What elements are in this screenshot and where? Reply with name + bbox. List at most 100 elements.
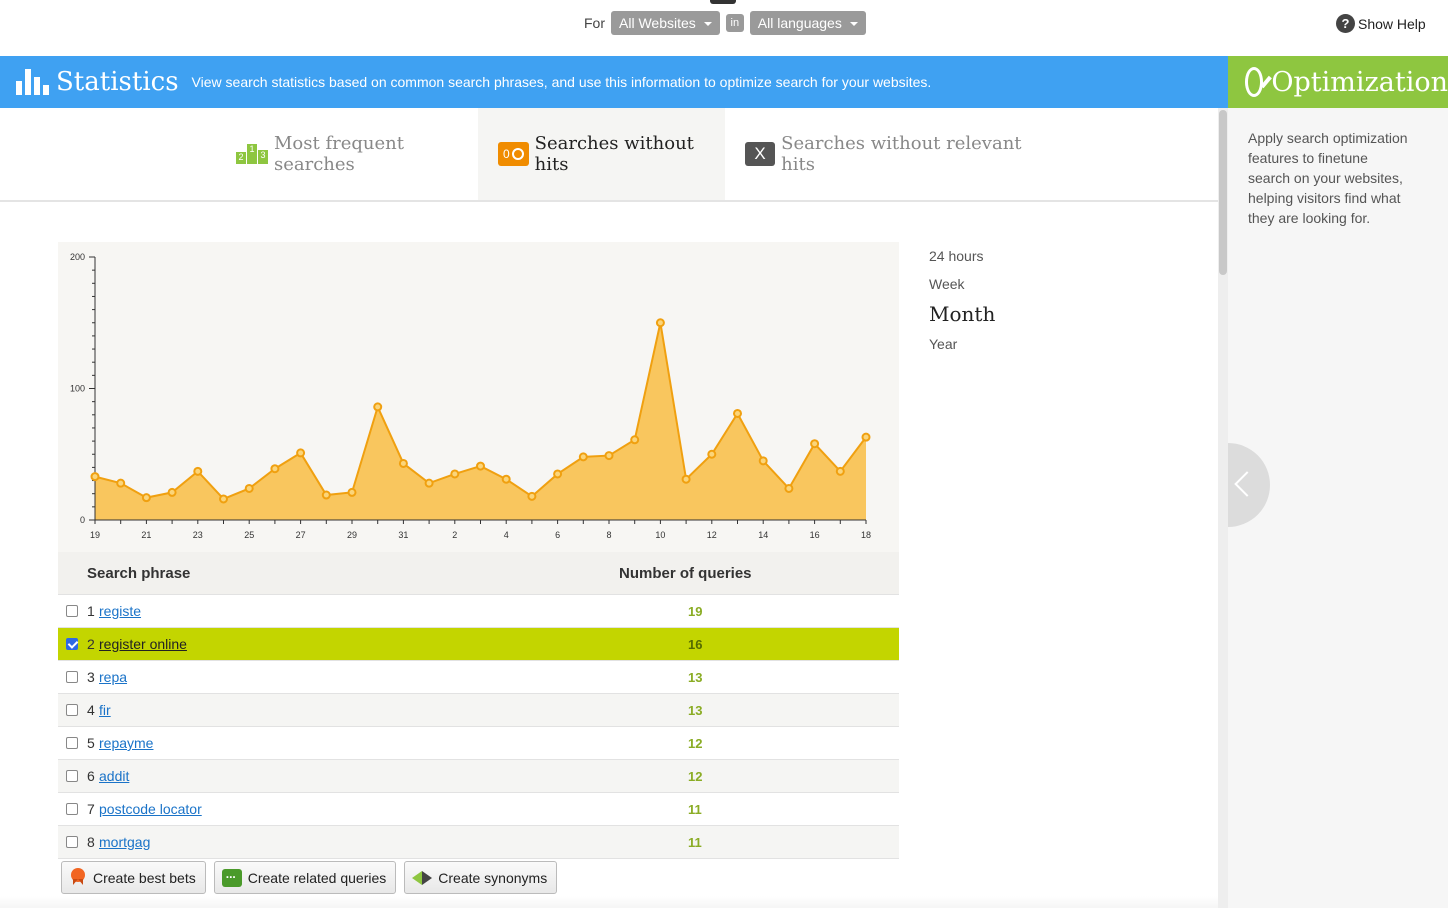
tab-without-relevant-hits[interactable]: X Searches without relevant hits — [725, 108, 1045, 200]
website-select[interactable]: All Websites — [611, 11, 720, 35]
tab-searches-without-hits[interactable]: 0 Searches without hits — [478, 108, 725, 200]
phrase-link[interactable]: repa — [99, 669, 619, 685]
button-label: Create synonyms — [438, 869, 548, 886]
y-tick-label: 0 — [80, 515, 85, 525]
top-handle[interactable] — [710, 0, 736, 4]
tab-label: Searches without hits — [534, 133, 694, 175]
period-24-hours[interactable]: 24 hours — [929, 248, 995, 276]
phrase-link[interactable]: mortgag — [99, 834, 619, 850]
table-row[interactable]: 4 fir 13 — [58, 694, 899, 727]
query-count: 19 — [688, 603, 703, 619]
collapse-panel-button[interactable] — [1228, 443, 1270, 527]
row-checkbox[interactable] — [66, 803, 78, 815]
data-point — [321, 490, 331, 500]
create-best-bets-button[interactable]: Create best bets — [61, 861, 206, 894]
data-point — [219, 494, 228, 504]
query-count: 11 — [688, 834, 702, 850]
statistics-description: View search statistics based on common s… — [191, 74, 932, 90]
table-row[interactable]: 3 repa 13 — [58, 661, 899, 694]
query-count: 13 — [688, 702, 703, 718]
search-phrases-table: Search phrase Number of queries 1 regist… — [58, 552, 899, 859]
data-point — [733, 408, 742, 418]
table-row[interactable]: 1 registe 19 — [58, 595, 899, 628]
speech-bubbles-icon — [221, 867, 242, 887]
x-icon: X — [745, 142, 776, 166]
table-row[interactable]: 6 addit 12 — [58, 760, 899, 793]
data-point — [604, 451, 614, 461]
query-count: 12 — [688, 768, 703, 784]
scrollbar[interactable] — [1218, 108, 1228, 908]
tab-most-frequent[interactable]: 2 1 3 Most frequent searches — [225, 108, 478, 200]
phrase-link[interactable]: addit — [99, 768, 619, 784]
area-chart: 0 100 200 19 21 23 25 27 29 31 2 4 6 8 10 12 14 16 18 — [70, 252, 871, 540]
period-selector: 24 hours Week Month Year — [929, 248, 995, 364]
row-checkbox[interactable] — [66, 638, 78, 650]
button-label: Create related queries — [247, 869, 387, 886]
data-point — [476, 461, 485, 471]
data-point — [347, 487, 357, 497]
table-row[interactable]: 5 repayme 12 — [58, 727, 899, 760]
language-select[interactable]: All languages — [749, 11, 866, 35]
phrase-link[interactable]: registe — [99, 603, 619, 619]
query-count: 11 — [688, 801, 702, 817]
phrase-link[interactable]: postcode locator — [99, 801, 619, 817]
row-checkbox[interactable] — [66, 770, 78, 782]
scrollbar-thumb[interactable] — [1219, 110, 1227, 275]
data-point — [655, 318, 665, 328]
phrase-link[interactable]: fir — [99, 702, 619, 718]
podium-icon: 2 1 3 — [236, 144, 268, 164]
create-related-queries-button[interactable]: Create related queries — [213, 861, 397, 894]
for-label: For — [584, 15, 605, 31]
table-row[interactable]: 2 register online 16 — [58, 628, 899, 661]
row-checkbox[interactable] — [66, 836, 78, 848]
period-year[interactable]: Year — [929, 336, 995, 364]
y-tick-label: 200 — [70, 252, 85, 262]
period-month[interactable]: Month — [929, 300, 995, 336]
gauge-icon — [1245, 67, 1264, 97]
data-point — [758, 456, 768, 466]
tab-label: Most frequent searches — [274, 133, 404, 175]
data-point — [578, 452, 588, 462]
chevron-down-icon — [849, 22, 858, 26]
optimization-title: Optimization — [1271, 66, 1448, 98]
phrase-link[interactable]: repayme — [99, 735, 619, 751]
ribbon-icon — [69, 867, 87, 888]
row-checkbox[interactable] — [66, 671, 78, 683]
website-select-value: All Websites — [619, 15, 696, 31]
row-checkbox[interactable] — [66, 737, 78, 749]
x-tick-label: 6 — [555, 530, 560, 540]
x-tick-label: 16 — [810, 530, 820, 540]
button-label: Create best bets — [93, 869, 196, 886]
data-point — [398, 458, 408, 468]
phrase-link[interactable]: register online — [99, 636, 619, 652]
row-number: 1 — [87, 603, 95, 619]
statistics-title: Statistics — [56, 67, 179, 97]
data-point — [244, 483, 254, 493]
x-tick-label: 31 — [398, 530, 408, 540]
table-row[interactable]: 7 postcode locator 11 — [58, 793, 899, 826]
row-number: 6 — [87, 768, 95, 784]
search-tabs: 2 1 3 Most frequent searches 0 Searches … — [0, 108, 1218, 202]
row-checkbox[interactable] — [66, 704, 78, 716]
y-tick-label: 100 — [70, 384, 85, 394]
data-point — [630, 435, 640, 445]
action-bar: Create best bets Create related queries … — [61, 861, 558, 894]
row-number: 8 — [87, 834, 95, 850]
optimization-panel: Optimization Apply search optimization f… — [1228, 56, 1448, 908]
x-tick-label: 25 — [244, 530, 254, 540]
optimization-header[interactable]: Optimization — [1228, 56, 1448, 108]
x-tick-label: 12 — [707, 530, 717, 540]
language-select-value: All languages — [757, 15, 842, 31]
create-synonyms-button[interactable]: Create synonyms — [404, 861, 558, 894]
data-point — [810, 439, 820, 449]
data-point — [707, 449, 717, 459]
row-checkbox[interactable] — [66, 605, 78, 617]
table-row[interactable]: 8 mortgag 11 — [58, 826, 899, 859]
x-tick-label: 19 — [90, 530, 100, 540]
in-label: in — [725, 14, 744, 32]
x-tick-label: 8 — [606, 530, 611, 540]
show-help-button[interactable]: ? Show Help — [1336, 14, 1426, 33]
row-number: 7 — [87, 801, 95, 817]
x-tick-label: 21 — [141, 530, 151, 540]
x-tick-label: 4 — [504, 530, 509, 540]
